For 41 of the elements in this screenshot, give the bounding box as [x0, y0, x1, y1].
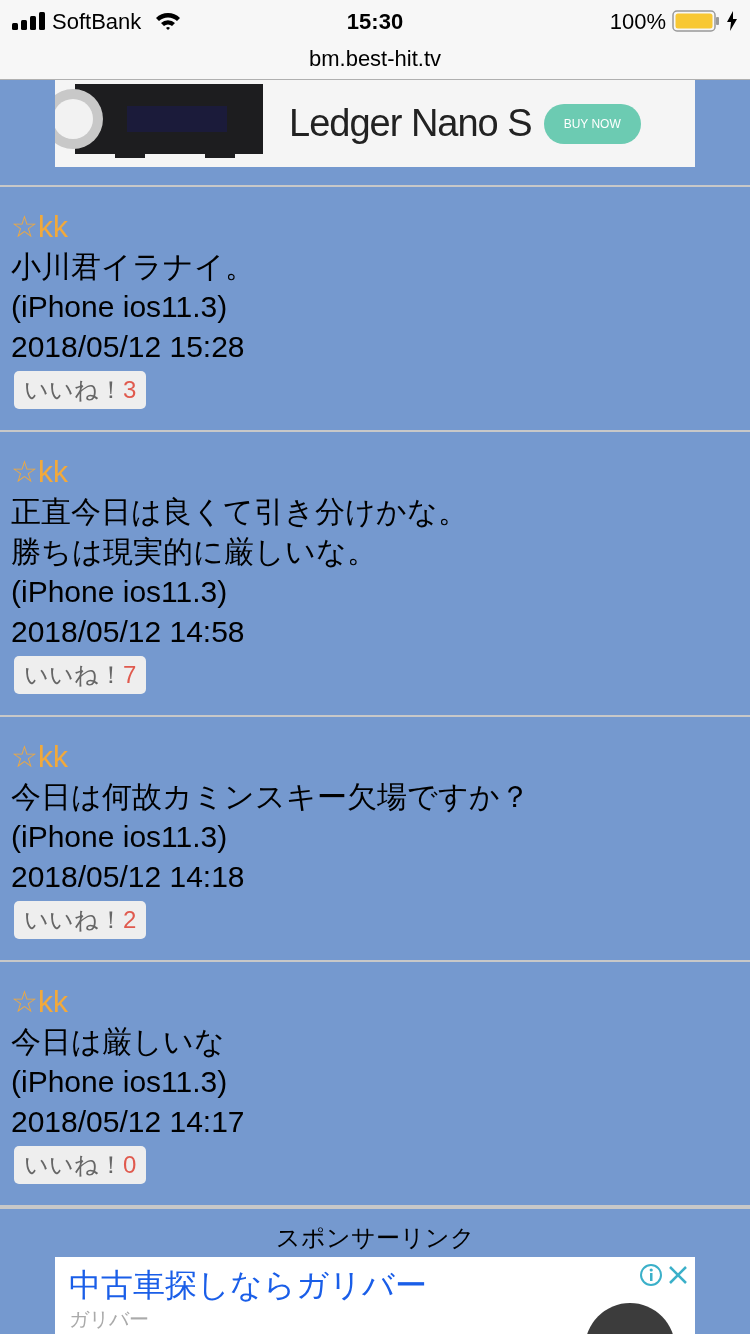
- post-author: ☆kk: [11, 984, 69, 1020]
- sponsor-label: スポンサーリンク: [275, 1223, 475, 1253]
- post-date: 2018/05/12 15:28: [11, 329, 246, 365]
- like-button[interactable]: いいね！7: [14, 656, 147, 694]
- post-text: 今日は何故カミンスキー欠場ですか？: [11, 779, 531, 815]
- post-text: 正直今日は良くて引き分けかな。: [11, 494, 469, 530]
- post-text: 小川君イラナイ。: [11, 249, 256, 285]
- like-count: 2: [123, 905, 137, 935]
- close-icon[interactable]: [667, 1264, 689, 1286]
- carrier-name: SoftBank: [52, 7, 142, 36]
- battery-percentage: 100%: [609, 7, 666, 36]
- post-device: (iPhone ios11.3): [11, 819, 229, 855]
- charging-icon: [726, 11, 738, 31]
- post-author: ☆kk: [11, 454, 69, 490]
- address-url[interactable]: bm.best-hit.tv: [308, 42, 441, 75]
- like-count: 7: [123, 660, 137, 690]
- post-date: 2018/05/12 14:18: [11, 859, 246, 895]
- like-button[interactable]: いいね！3: [14, 371, 147, 409]
- like-button[interactable]: いいね！2: [14, 901, 147, 939]
- post-author: ☆kk: [11, 209, 69, 245]
- post-device: (iPhone ios11.3): [11, 289, 229, 325]
- post-device: (iPhone ios11.3): [11, 574, 229, 610]
- post-text: 勝ちは現実的に厳しいな。: [11, 534, 378, 570]
- ad-headline: Ledger Nano S: [289, 101, 532, 146]
- post-date: 2018/05/12 14:58: [11, 614, 246, 650]
- ad-title[interactable]: 中古車探しならガリバー: [69, 1263, 681, 1307]
- sponsored-ad[interactable]: 中古車探しならガリバー ガリバー: [55, 1257, 695, 1334]
- like-button[interactable]: いいね！0: [14, 1146, 147, 1184]
- info-icon[interactable]: [639, 1263, 663, 1287]
- battery-icon: [672, 10, 720, 32]
- post-date: 2018/05/12 14:17: [11, 1104, 246, 1140]
- post-text: 今日は厳しいな: [11, 1024, 226, 1060]
- ad-advertiser: ガリバー: [69, 1307, 149, 1331]
- signal-icon: [12, 12, 46, 30]
- post-author: ☆kk: [11, 739, 69, 775]
- banner-ad[interactable]: Ledger Nano S BUY NOW: [55, 80, 695, 167]
- wifi-icon: [155, 11, 182, 31]
- like-count: 3: [123, 375, 137, 405]
- status-time: 15:30: [346, 7, 404, 36]
- post-device: (iPhone ios11.3): [11, 1064, 229, 1100]
- like-count: 0: [123, 1150, 137, 1180]
